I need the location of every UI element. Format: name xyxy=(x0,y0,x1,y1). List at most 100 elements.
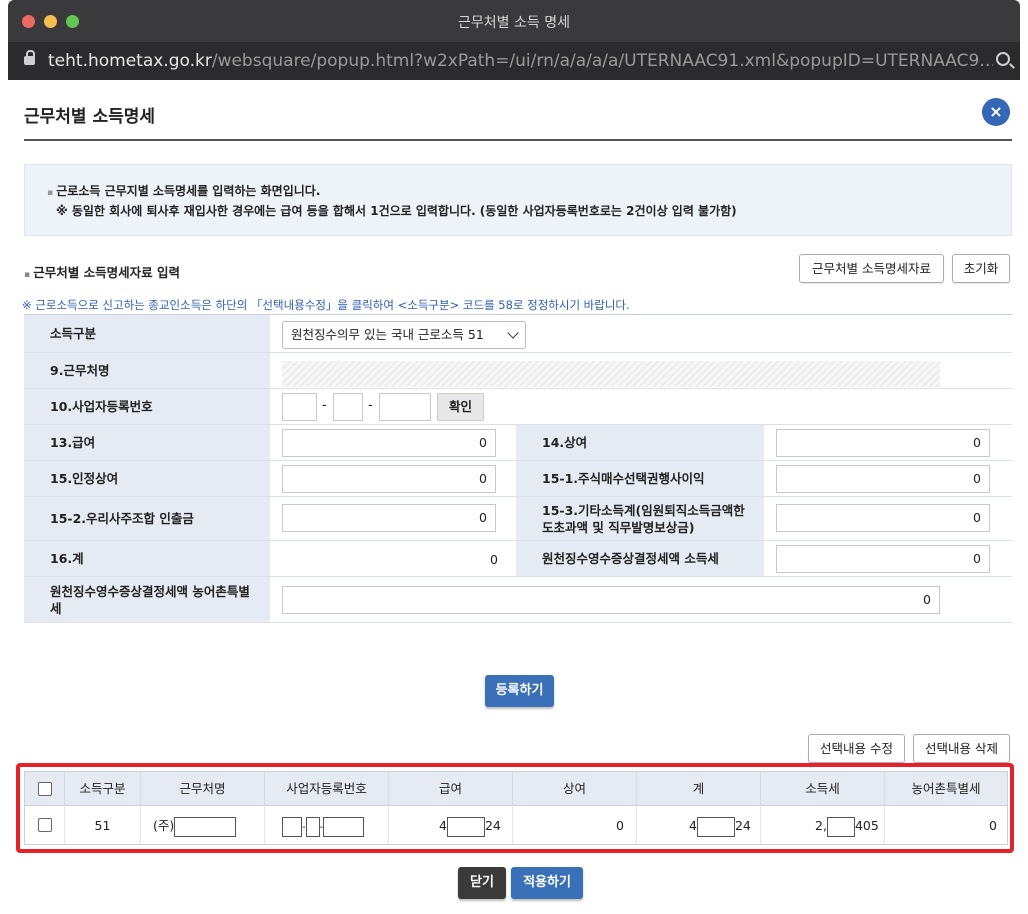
other-income-label-line2: 도초과액 및 직무발명보상금) xyxy=(542,519,695,535)
cell-income-tax[interactable]: 2, 405 xyxy=(761,807,885,844)
stock-option-input[interactable]: 0 xyxy=(776,465,990,493)
total-label: 16.계 xyxy=(24,541,270,576)
row-salary: 13.급여 0 14.상여 0 xyxy=(24,425,1012,461)
grid-header-type: 소득구분 xyxy=(65,772,141,806)
row-bizno: 10.사업자등록번호 - - 확인 xyxy=(24,389,1012,425)
url-path: /websquare/popup.html?w2xPath=/ui/rn/a/a… xyxy=(211,51,993,71)
row-checkbox[interactable] xyxy=(38,818,52,832)
income-type-select[interactable]: 원천징수의무 있는 국내 근로소득 51 xyxy=(282,321,526,349)
register-button[interactable]: 등록하기 xyxy=(485,675,554,707)
section-title: 근무처별 소득명세자료 입력 xyxy=(24,262,180,281)
url-text[interactable]: teht.hometax.go.kr/websquare/popup.html?… xyxy=(48,51,993,71)
salary-visible-start: 4 xyxy=(439,818,447,833)
rural-tax-label: 원천징수영수증상결정세액 농어촌특별 세 xyxy=(24,577,270,622)
row-total: 16.계 0 원천징수영수증상결정세액 소득세 0 xyxy=(24,541,1012,577)
rural-tax-label-line2: 세 xyxy=(50,600,62,616)
deemed-bonus-label: 15.인정상여 xyxy=(24,461,270,496)
income-data-button[interactable]: 근무처별 소득명세자료 xyxy=(799,254,944,283)
select-all-checkbox[interactable] xyxy=(38,782,52,796)
info-line-2: ※ 동일한 회사에 퇴사후 재입사한 경우에는 급여 등을 합해서 1건으로 입… xyxy=(56,204,737,218)
salary-input[interactable]: 0 xyxy=(282,429,496,457)
grid-header-income-tax: 소득세 xyxy=(761,772,885,806)
total-value: 0 xyxy=(490,552,498,567)
row-workplace: 9.근무처명 xyxy=(24,353,1012,389)
bizno-part3-input[interactable] xyxy=(379,393,431,421)
window-titlebar: 근무처별 소득 명세 xyxy=(8,0,1020,42)
total-visible-start: 4 xyxy=(689,818,697,833)
total-visible-end: 24 xyxy=(734,818,751,833)
income-type-label: 소득구분 xyxy=(24,315,270,352)
title-divider xyxy=(24,139,1012,141)
cell-type[interactable]: 51 xyxy=(65,807,141,844)
masked-bizno-3 xyxy=(323,816,365,837)
notice-text: ※ 근로소득으로 신고하는 종교인소득은 하단의 「선택내용수정」을 클릭하여 … xyxy=(22,298,630,312)
bizno-part1-input[interactable] xyxy=(282,393,317,421)
masked-salary xyxy=(446,816,485,837)
chevron-down-icon xyxy=(507,327,519,339)
zoom-icon[interactable] xyxy=(996,52,1010,66)
url-domain: teht.hometax.go.kr xyxy=(48,51,212,71)
tax-visible-start: 2, xyxy=(815,818,827,833)
cell-bizno[interactable]: -- xyxy=(265,807,389,844)
salary-visible-end: 24 xyxy=(484,818,501,833)
income-tax-input[interactable]: 0 xyxy=(776,545,990,573)
grid-header-bonus: 상여 xyxy=(513,772,637,806)
info-box: 근로소득 근무지별 소득명세를 입력하는 화면입니다. ※ 동일한 회사에 퇴사… xyxy=(24,164,1012,236)
apply-button[interactable]: 적용하기 xyxy=(511,867,583,899)
rural-tax-label-line1: 원천징수영수증상결정세액 농어촌특별 xyxy=(50,583,250,599)
esop-input[interactable]: 0 xyxy=(282,504,496,532)
reset-button[interactable]: 초기화 xyxy=(952,254,1010,283)
bizno-sep-2: - xyxy=(368,398,373,413)
bizno-label: 10.사업자등록번호 xyxy=(24,389,270,424)
workplace-field xyxy=(282,361,940,387)
masked-bizno-1 xyxy=(282,816,302,837)
address-bar[interactable]: teht.hometax.go.kr/websquare/popup.html?… xyxy=(8,42,1020,80)
grid-header-bizno: 사업자등록번호 xyxy=(265,772,389,806)
table-row-select xyxy=(25,807,65,844)
grid-header-salary: 급여 xyxy=(389,772,513,806)
delete-selected-button[interactable]: 선택내용 삭제 xyxy=(913,734,1010,763)
lock-icon xyxy=(24,50,35,65)
close-icon[interactable]: × xyxy=(982,98,1010,126)
cell-bonus[interactable]: 0 xyxy=(513,807,637,844)
other-income-label: 15-3.기타소득계(임원퇴직소득금액한 도초과액 및 직무발명보상금) xyxy=(516,497,764,540)
confirm-button[interactable]: 확인 xyxy=(437,393,484,421)
cell-salary[interactable]: 4 24 xyxy=(389,807,513,844)
grid-header-name: 근무처명 xyxy=(141,772,265,806)
other-income-input[interactable]: 0 xyxy=(776,504,990,532)
info-line-1: 근로소득 근무지별 소득명세를 입력하는 화면입니다. xyxy=(47,182,989,202)
grid-header-total: 계 xyxy=(637,772,761,806)
grid-header-select xyxy=(25,772,65,806)
window-title: 근무처별 소득 명세 xyxy=(458,15,570,31)
workplace-label: 9.근무처명 xyxy=(24,353,270,388)
bizno-part2-input[interactable] xyxy=(333,393,363,421)
income-form: 소득구분 원천징수의무 있는 국내 근로소득 51 9.근무처명 10.사업자등… xyxy=(24,314,1012,623)
edit-selected-button[interactable]: 선택내용 수정 xyxy=(808,734,905,763)
other-income-label-line1: 15-3.기타소득계(임원퇴직소득금액한 xyxy=(542,502,745,518)
cell-total[interactable]: 4 24 xyxy=(637,807,761,844)
masked-total xyxy=(696,816,735,837)
salary-label: 13.급여 xyxy=(24,425,270,460)
tax-visible-end: 405 xyxy=(854,818,879,833)
bonus-label: 14.상여 xyxy=(516,425,764,460)
cell-name[interactable]: (주) xyxy=(141,807,265,844)
income-type-value: 원천징수의무 있는 국내 근로소득 51 xyxy=(291,327,484,342)
masked-tax xyxy=(826,816,855,837)
cell-rural-tax[interactable]: 0 xyxy=(885,807,1007,844)
row-deemed-bonus: 15.인정상여 0 15-1.주식매수선택권행사이익 0 xyxy=(24,461,1012,497)
esop-label: 15-2.우리사주조합 인출금 xyxy=(24,497,270,540)
income-tax-label: 원천징수영수증상결정세액 소득세 xyxy=(516,541,764,576)
deemed-bonus-input[interactable]: 0 xyxy=(282,465,496,493)
masked-name xyxy=(174,816,237,837)
stock-option-label: 15-1.주식매수선택권행사이익 xyxy=(516,461,764,496)
income-grid: 소득구분 근무처명 사업자등록번호 급여 상여 계 소득세 농어촌특별세 51 … xyxy=(24,771,1008,845)
page-title: 근무처별 소득명세 xyxy=(24,107,156,127)
cell-name-prefix: (주) xyxy=(153,818,175,833)
bonus-input[interactable]: 0 xyxy=(776,429,990,457)
row-rural-tax: 원천징수영수증상결정세액 농어촌특별 세 0 xyxy=(24,577,1012,623)
masked-bizno-2 xyxy=(305,816,320,837)
rural-tax-input[interactable]: 0 xyxy=(282,586,940,614)
bizno-sep-1: - xyxy=(322,398,327,413)
close-button[interactable]: 닫기 xyxy=(458,867,506,899)
row-income-type: 소득구분 원천징수의무 있는 국내 근로소득 51 xyxy=(24,315,1012,353)
